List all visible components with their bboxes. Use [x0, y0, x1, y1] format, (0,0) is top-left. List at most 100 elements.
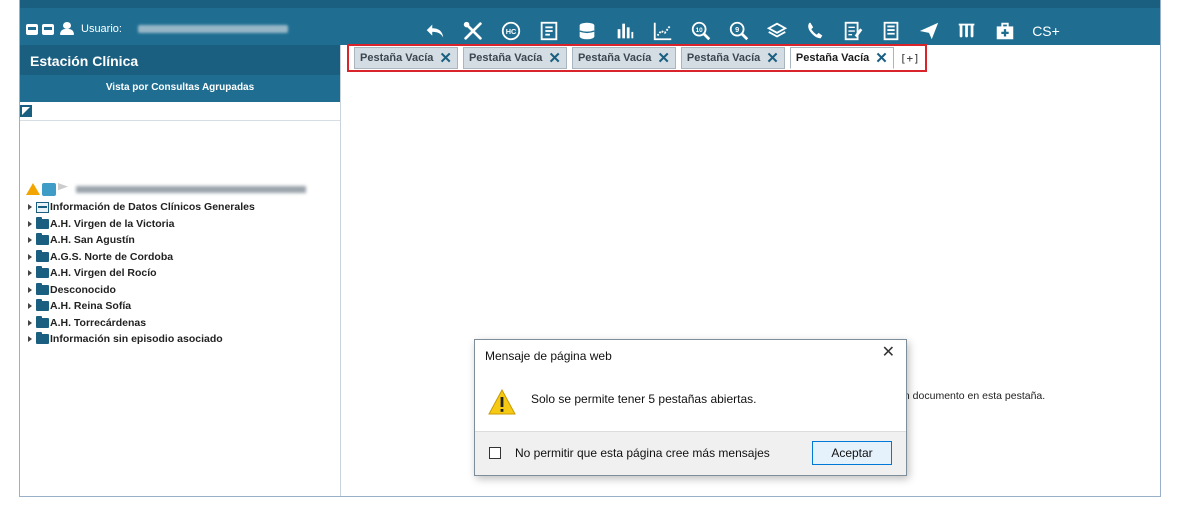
tab-strip: Pestaña Vacía ✕ Pestaña Vacía ✕ Pestaña Va…: [347, 44, 927, 72]
flag-icon: [58, 183, 68, 191]
tab-label: Pestaña Vacía: [468, 52, 543, 64]
cs-plus-button[interactable]: CS+: [1024, 19, 1068, 43]
tree-item[interactable]: A.G.S. Norte de Cordoba: [28, 249, 255, 266]
tree-item-label: A.H. Virgen del Rocío: [50, 267, 157, 280]
episode-tree: Información de Datos Clínicos Generales …: [28, 199, 255, 348]
sidebar-tools: [20, 102, 340, 121]
folder-icon: [36, 233, 49, 246]
view-mode-label: Vista por Consultas Agrupadas: [105, 82, 255, 93]
tools-icon[interactable]: [454, 19, 492, 43]
folder-icon: [36, 315, 49, 328]
expand-icon[interactable]: [28, 220, 32, 227]
folder-icon: [36, 216, 49, 229]
svg-text:HC: HC: [506, 27, 517, 36]
tree-item-label: A.H. Torrecárdenas: [50, 316, 147, 329]
phone-icon[interactable]: [796, 19, 834, 43]
tree-item[interactable]: A.H. Reina Sofía: [28, 298, 255, 315]
tree-item-label: Información sin episodio asociado: [50, 333, 223, 346]
tab-label: Pestaña Vacía: [795, 52, 870, 64]
expand-icon[interactable]: [28, 204, 32, 211]
stats-icon[interactable]: [606, 19, 644, 43]
accept-button[interactable]: Aceptar: [812, 441, 892, 465]
svg-text:10: 10: [696, 27, 704, 34]
folder-icon: [36, 299, 49, 312]
tab-empty-3[interactable]: Pestaña Vacía ✕: [571, 47, 676, 69]
close-icon[interactable]: ✕: [875, 51, 888, 66]
tab-label: Pestaña Vacía: [360, 52, 434, 64]
medkit-icon[interactable]: [986, 19, 1024, 43]
tab-empty-1[interactable]: Pestaña Vacía ✕: [354, 47, 458, 69]
tree-item[interactable]: Información sin episodio asociado: [28, 331, 255, 348]
suppress-messages-checkbox[interactable]: [489, 447, 501, 459]
tab-empty-4[interactable]: Pestaña Vacía ✕: [680, 47, 785, 69]
user-area: Usuario:: [26, 19, 288, 39]
tree-item-label: Información de Datos Clínicos Generales: [50, 201, 255, 214]
hc-icon[interactable]: HC: [492, 19, 530, 43]
dialog-title: Mensaje de página web: [485, 349, 612, 363]
tree-icon: [42, 182, 56, 196]
edit-doc-icon[interactable]: [834, 19, 872, 43]
dialog-footer: No permitir que esta página cree más men…: [475, 431, 906, 475]
nine-search-icon[interactable]: 9: [720, 19, 758, 43]
tree-item[interactable]: A.H. Virgen de la Victoria: [28, 216, 255, 233]
user-label: Usuario:: [81, 23, 122, 35]
patient-name-redacted: [76, 185, 306, 193]
expand-icon[interactable]: [28, 303, 32, 310]
close-icon[interactable]: ✕: [548, 51, 561, 66]
patient-row[interactable]: [26, 182, 306, 196]
database-icon[interactable]: [568, 19, 606, 43]
tree-item[interactable]: A.H. Virgen del Rocío: [28, 265, 255, 282]
undo-icon[interactable]: [416, 19, 454, 43]
calendar-doc-icon[interactable]: [872, 19, 910, 43]
close-icon[interactable]: ✕: [439, 51, 452, 66]
close-icon[interactable]: ✕: [882, 345, 895, 361]
expand-icon[interactable]: [28, 253, 32, 260]
window-title-strip: [20, 0, 1160, 8]
ten-search-icon[interactable]: 10: [682, 19, 720, 43]
folder-icon: [36, 282, 49, 295]
warning-icon: [488, 389, 516, 415]
top-bar: Usuario: HC 10 9 CS+: [20, 0, 1160, 45]
tree-item-label: A.G.S. Norte de Cordoba: [50, 250, 174, 263]
suppress-messages-label[interactable]: No permitir que esta página cree más men…: [515, 446, 770, 460]
tree-item[interactable]: Desconocido: [28, 282, 255, 299]
message-icon[interactable]: [26, 23, 38, 35]
sidebar-title: Estación Clínica: [30, 53, 139, 69]
sidebar-view-mode[interactable]: Vista por Consultas Agrupadas: [20, 75, 340, 102]
tab-label: Pestaña Vacía: [577, 52, 652, 64]
tree-item[interactable]: Información de Datos Clínicos Generales: [28, 199, 255, 216]
expand-icon[interactable]: [28, 270, 32, 277]
tab-empty-2[interactable]: Pestaña Vacía ✕: [462, 47, 567, 69]
send-icon[interactable]: [910, 19, 948, 43]
mail-icon[interactable]: [42, 23, 54, 35]
svg-text:9: 9: [735, 25, 739, 34]
chart-icon[interactable]: [644, 19, 682, 43]
collapse-icon[interactable]: [20, 105, 32, 117]
tree-item-label: A.H. Reina Sofía: [50, 300, 132, 313]
expand-icon[interactable]: [28, 319, 32, 326]
close-icon[interactable]: ✕: [766, 51, 779, 66]
expand-icon[interactable]: [28, 336, 32, 343]
folder-icon: [36, 266, 49, 279]
tree-item-label: Desconocido: [50, 283, 116, 296]
main-toolbar: HC 10 9 CS+: [416, 19, 1068, 43]
dialog-body: Solo se permite tener 5 pestañas abierta…: [475, 372, 906, 432]
expand-icon[interactable]: [28, 286, 32, 293]
tab-empty-5[interactable]: Pestaña Vacía ✕: [789, 47, 894, 69]
user-name-redacted: [137, 25, 288, 33]
document-icon: [36, 201, 49, 213]
add-tab-button[interactable]: [+]: [900, 52, 920, 65]
tree-item-label: A.H. Virgen de la Victoria: [50, 217, 175, 230]
record-icon[interactable]: [530, 19, 568, 43]
tree-item-label: A.H. San Agustín: [50, 234, 135, 247]
lab-icon[interactable]: [948, 19, 986, 43]
dialog-message: Solo se permite tener 5 pestañas abierta…: [531, 392, 757, 406]
panel-divider[interactable]: [340, 45, 341, 496]
expand-icon[interactable]: [28, 237, 32, 244]
layers-icon[interactable]: [758, 19, 796, 43]
tree-item[interactable]: A.H. Torrecárdenas: [28, 315, 255, 332]
sidebar-header: Estación Clínica: [20, 45, 340, 75]
tree-item[interactable]: A.H. San Agustín: [28, 232, 255, 249]
web-message-dialog: Mensaje de página web ✕ Solo se permite …: [474, 339, 907, 476]
close-icon[interactable]: ✕: [657, 51, 670, 66]
